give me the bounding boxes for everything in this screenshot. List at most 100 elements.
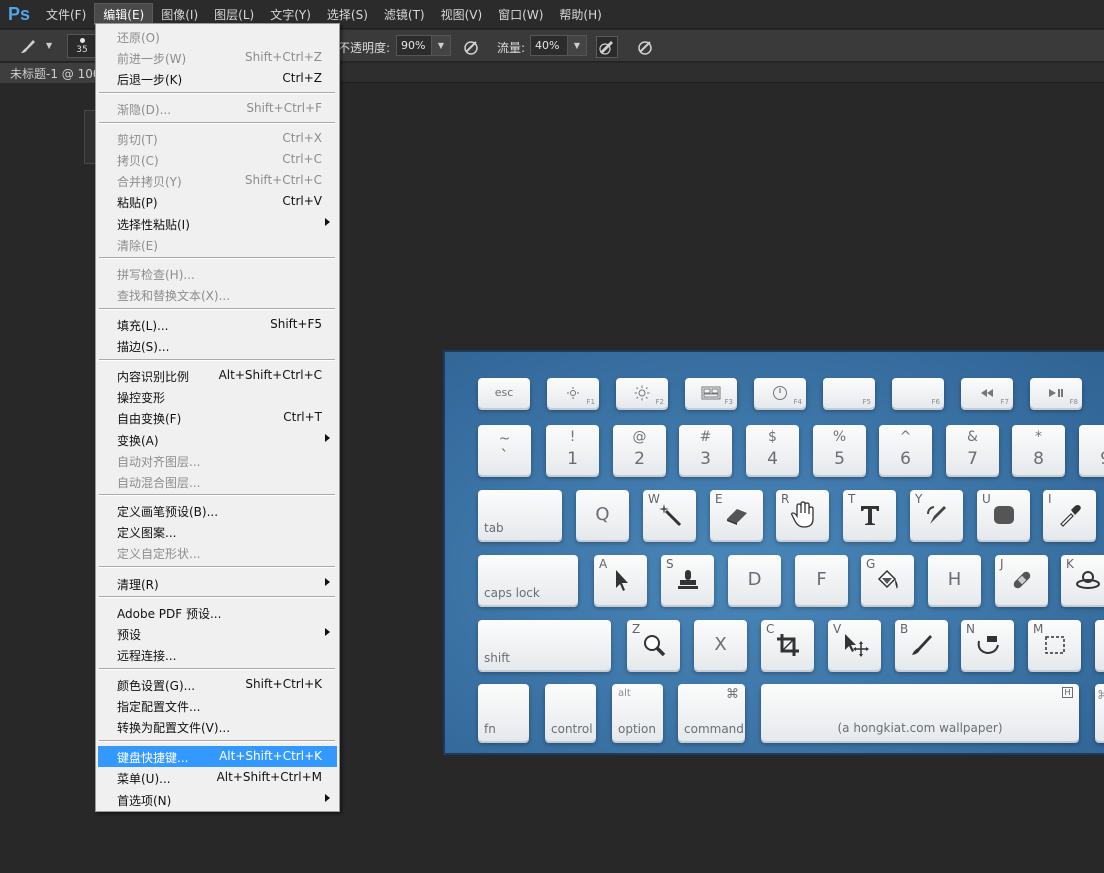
menu-item-define-custom-shape[interactable]: 定义自定形状... bbox=[98, 542, 337, 563]
menu-item-shortcut: Alt+Shift+Ctrl+C bbox=[218, 368, 322, 382]
menu-item-label: 后退一步(K) bbox=[117, 73, 183, 87]
document-tab[interactable]: 未标题-1 @ 100 bbox=[0, 63, 96, 83]
menu-file[interactable]: 文件(F) bbox=[38, 3, 94, 25]
menu-item-define-pattern[interactable]: 定义图案... bbox=[98, 521, 337, 542]
flow-dropdown-icon[interactable]: ▼ bbox=[567, 35, 587, 56]
key-letter: E bbox=[715, 492, 723, 506]
menu-item-shortcut: Ctrl+T bbox=[283, 410, 322, 424]
opacity-input[interactable]: 90% bbox=[396, 35, 432, 56]
key-n-3d-camera: N bbox=[961, 620, 1014, 670]
menu-item-label: 查找和替换文本(X)... bbox=[117, 289, 231, 303]
key-bottom-label: 4 bbox=[767, 449, 778, 469]
key-5: % 5 bbox=[813, 425, 866, 475]
menu-item-cut[interactable]: 剪切(T) Ctrl+X bbox=[98, 128, 337, 149]
menu-image[interactable]: 图像(I) bbox=[153, 3, 206, 25]
menu-item-define-brush-preset[interactable]: 定义画笔预设(B)... bbox=[98, 500, 337, 521]
menu-item-undo[interactable]: 还原(O) bbox=[98, 26, 337, 47]
menu-edit[interactable]: 编辑(E) bbox=[94, 3, 154, 25]
menu-select[interactable]: 选择(S) bbox=[319, 3, 376, 25]
menu-item-copy-merged[interactable]: 合并拷贝(Y) Shift+Ctrl+C bbox=[98, 170, 337, 191]
menu-item-auto-align-layers[interactable]: 自动对齐图层... bbox=[98, 450, 337, 471]
menu-item-convert-to-profile[interactable]: 转换为配置文件(V)... bbox=[98, 716, 337, 737]
menu-item-paste[interactable]: 粘贴(P) Ctrl+V bbox=[98, 191, 337, 212]
menu-item-label: 转换为配置文件(V)... bbox=[117, 721, 231, 735]
menu-item-color-settings[interactable]: 颜色设置(G)... Shift+Ctrl+K bbox=[98, 674, 337, 695]
key-f7: F7 bbox=[961, 378, 1013, 408]
key-fn-label: F2 bbox=[655, 398, 664, 406]
menu-filter[interactable]: 滤镜(T) bbox=[376, 3, 433, 25]
key-letter: J bbox=[1000, 557, 1004, 571]
edit-menu-dropdown: 还原(O) 前进一步(W) Shift+Ctrl+Z 后退一步(K) Ctrl+Z … bbox=[95, 23, 340, 812]
key-label: option bbox=[618, 722, 656, 736]
menu-item-puppet-warp[interactable]: 操控变形 bbox=[98, 386, 337, 407]
menu-item-transform[interactable]: 变换(A) bbox=[98, 429, 337, 450]
key-f8: F8 bbox=[1030, 378, 1082, 408]
menu-type[interactable]: 文字(Y) bbox=[262, 3, 319, 25]
menu-item-fade[interactable]: 渐隐(D)... Shift+Ctrl+F bbox=[98, 98, 337, 119]
menu-item-fill[interactable]: 填充(L)... Shift+F5 bbox=[98, 314, 337, 335]
airbrush-icon[interactable] bbox=[596, 36, 618, 58]
key-4: $4 bbox=[746, 425, 799, 475]
rounded-rectangle-icon bbox=[993, 506, 1014, 524]
key-top-label: ( bbox=[1079, 429, 1104, 445]
photoshop-logo: Ps bbox=[7, 3, 31, 24]
key-f3: F3 bbox=[685, 378, 737, 408]
menu-item-free-transform[interactable]: 自由变换(F) Ctrl+T bbox=[98, 407, 337, 428]
key-c-crop: C bbox=[761, 620, 814, 670]
menu-help[interactable]: 帮助(H) bbox=[551, 3, 609, 25]
key-shift: shift bbox=[478, 620, 611, 670]
menu-item-check-spelling[interactable]: 拼写检查(H)... bbox=[98, 263, 337, 284]
menu-item-assign-profile[interactable]: 指定配置文件... bbox=[98, 695, 337, 716]
key-bottom-label: 6 bbox=[900, 449, 911, 469]
pressure-opacity-icon[interactable] bbox=[460, 36, 482, 58]
menu-item-clear[interactable]: 清除(E) bbox=[98, 234, 337, 255]
menu-item-copy[interactable]: 拷贝(C) Ctrl+C bbox=[98, 149, 337, 170]
menu-item-presets[interactable]: 预设 bbox=[98, 623, 337, 644]
menu-item-label: 键盘快捷键... bbox=[117, 751, 189, 765]
menu-item-preferences[interactable]: 首选项(N) bbox=[98, 789, 337, 810]
menu-item-keyboard-shortcuts[interactable]: 键盘快捷键... Alt+Shift+Ctrl+K bbox=[98, 746, 337, 767]
menu-layer[interactable]: 图层(L) bbox=[206, 3, 262, 25]
menu-item-remote-connections[interactable]: 远程连接... bbox=[98, 644, 337, 665]
brush-icon bbox=[911, 635, 932, 655]
menu-item-label: 指定配置文件... bbox=[117, 700, 201, 714]
key-fn-label: F1 bbox=[586, 398, 595, 406]
menu-item-paste-special[interactable]: 选择性粘贴(I) bbox=[98, 213, 337, 234]
menu-item-stroke[interactable]: 描边(S)... bbox=[98, 335, 337, 356]
brush-size-picker[interactable]: 35 bbox=[67, 34, 97, 58]
key-top-label: & bbox=[967, 429, 978, 445]
menu-item-label: 定义图案... bbox=[117, 526, 177, 540]
expose-icon bbox=[701, 386, 721, 400]
key-tab: tab bbox=[478, 490, 562, 540]
key-top-label: * bbox=[1035, 429, 1042, 445]
key-3: #3 bbox=[679, 425, 732, 475]
opacity-dropdown-icon[interactable]: ▼ bbox=[431, 35, 451, 56]
wallpaper-credit-text: (a hongkiat.com wallpaper) bbox=[837, 721, 1003, 735]
hand-tool-shortcut-badge: H bbox=[1062, 687, 1073, 698]
menu-item-content-aware-scale[interactable]: 内容识别比例 Alt+Shift+Ctrl+C bbox=[98, 365, 337, 386]
menu-item-menus[interactable]: 菜单(U)... Alt+Shift+Ctrl+M bbox=[98, 767, 337, 788]
key-j-healing: J bbox=[995, 555, 1048, 605]
menu-item-purge[interactable]: 清理(R) bbox=[98, 573, 337, 594]
healing-brush-icon bbox=[1013, 571, 1030, 589]
menu-item-auto-blend-layers[interactable]: 自动混合图层... bbox=[98, 471, 337, 492]
tool-preset-dropdown-icon[interactable]: ▼ bbox=[46, 41, 52, 50]
menu-item-find-replace[interactable]: 查找和替换文本(X)... bbox=[98, 284, 337, 305]
menu-view[interactable]: 视图(V) bbox=[433, 3, 491, 25]
key-bottom-label: 3 bbox=[700, 449, 711, 469]
key-label: shift bbox=[484, 651, 510, 665]
menu-item-step-backward[interactable]: 后退一步(K) Ctrl+Z bbox=[98, 68, 337, 89]
brightness-down-icon bbox=[567, 387, 579, 399]
menu-item-step-forward[interactable]: 前进一步(W) Shift+Ctrl+Z bbox=[98, 47, 337, 68]
brush-tool-icon[interactable] bbox=[18, 36, 38, 56]
key-2: @2 bbox=[613, 425, 666, 475]
menu-item-adobe-pdf-presets[interactable]: Adobe PDF 预设... bbox=[98, 602, 337, 623]
menu-item-label: Adobe PDF 预设... bbox=[117, 607, 222, 621]
menu-window[interactable]: 窗口(W) bbox=[490, 3, 551, 25]
pressure-size-icon[interactable] bbox=[634, 36, 656, 58]
key-fn: fn bbox=[478, 684, 529, 741]
menu-item-label: 自动对齐图层... bbox=[117, 455, 201, 469]
menu-item-label: 描边(S)... bbox=[117, 340, 170, 354]
flow-input[interactable]: 40% bbox=[530, 35, 568, 56]
key-letter: S bbox=[666, 557, 674, 571]
